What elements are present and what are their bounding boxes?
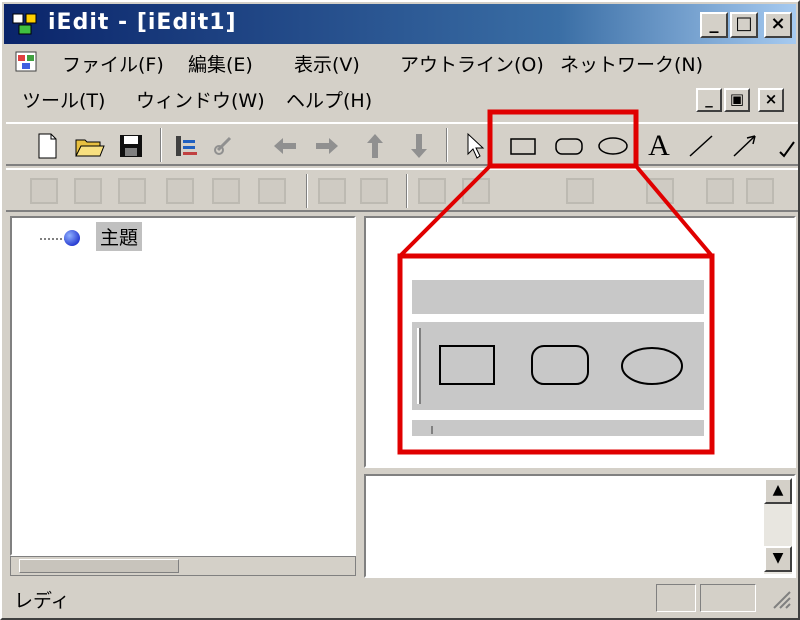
menu-file[interactable]: ファイル(F) [62,50,164,77]
check-icon[interactable] [766,130,800,162]
ellipse-icon[interactable] [596,130,630,162]
network-view-pane[interactable] [364,216,796,468]
align-center-icon[interactable] [74,178,102,204]
arrow-right-icon[interactable] [310,130,344,162]
fill-color-icon[interactable] [706,178,734,204]
menu-window[interactable]: ウィンドウ(W) [136,86,265,113]
menu-edit[interactable]: 編集(E) [188,50,253,77]
maximize-button[interactable]: □ [730,12,758,38]
minimize-button[interactable]: _ [700,12,728,38]
rounded-rectangle-icon[interactable] [552,130,586,162]
document-icon [15,51,37,72]
arrow-down-icon[interactable] [402,130,436,162]
status-panel [700,584,756,612]
font-color-icon[interactable] [462,178,490,204]
arrow-line-icon[interactable] [728,130,762,162]
toolbar-separator [306,174,308,208]
link-icon[interactable] [208,130,242,162]
text-icon[interactable]: A [642,130,676,162]
outline-tree-pane[interactable]: 主題 [10,216,356,556]
scrollbar-thumb[interactable] [19,559,179,573]
mdi-restore-button[interactable]: ▣ [724,88,750,112]
toolbar-separator [406,174,408,208]
pointer-icon[interactable] [458,130,492,162]
app-window: iEdit - [iEdit1] _ □ × ファイル(F) 編集(E) 表示(… [0,0,800,620]
menu-view[interactable]: 表示(V) [294,50,360,77]
title-bar[interactable]: iEdit - [iEdit1] _ □ × [4,4,796,44]
window-title: iEdit - [iEdit1] [48,10,237,35]
scroll-up-button[interactable]: ▲ [764,478,792,504]
menu-tools[interactable]: ツール(T) [22,86,105,113]
align-right-icon[interactable] [118,178,146,204]
menu-network[interactable]: ネットワーク(N) [560,50,703,77]
font-icon[interactable] [418,178,446,204]
arrow-up-icon[interactable] [358,130,392,162]
line-icon[interactable] [684,130,718,162]
tree-horizontal-scrollbar[interactable] [10,556,356,576]
tree-root-node[interactable]: 主題 [96,222,143,251]
toolbar-separator [160,128,162,162]
status-bar: レディ [6,580,798,616]
align-bottom-icon[interactable] [258,178,286,204]
scroll-down-button[interactable]: ▼ [764,546,792,572]
align-middle-icon[interactable] [212,178,240,204]
open-folder-icon[interactable] [72,130,106,162]
menu-help[interactable]: ヘルプ(H) [286,86,372,113]
outline-icon[interactable] [170,130,204,162]
close-button[interactable]: × [764,12,792,38]
status-panel [656,584,696,612]
format-toolbar [6,168,798,212]
menu-outline[interactable]: アウトライン(O) [400,50,544,77]
node-bullet-icon [64,230,80,246]
new-file-icon[interactable] [30,130,64,162]
line-color-icon[interactable] [646,178,674,204]
same-height-icon[interactable] [360,178,388,204]
align-left-icon[interactable] [30,178,58,204]
mdi-minimize-button[interactable]: _ [696,88,722,112]
mdi-close-button[interactable]: × [758,88,784,112]
align-top-icon[interactable] [166,178,194,204]
menu-bar: ファイル(F) 編集(E) 表示(V) アウトライン(O) ネットワーク(N) … [6,46,796,118]
brush-icon[interactable] [746,178,774,204]
toolbar-separator [446,128,448,162]
resize-grip-icon[interactable] [770,588,792,610]
line-style-icon[interactable] [566,178,594,204]
tree-connector [40,238,66,240]
save-icon[interactable] [114,130,148,162]
same-width-icon[interactable] [318,178,346,204]
main-toolbar: A [6,122,798,166]
rectangle-icon[interactable] [506,130,540,162]
text-vertical-scrollbar[interactable]: ▲ ▼ [764,478,792,574]
app-icon [12,13,37,35]
text-edit-pane[interactable]: ▲ ▼ [364,474,796,578]
status-text: レディ [14,590,70,612]
arrow-left-icon[interactable] [268,130,302,162]
